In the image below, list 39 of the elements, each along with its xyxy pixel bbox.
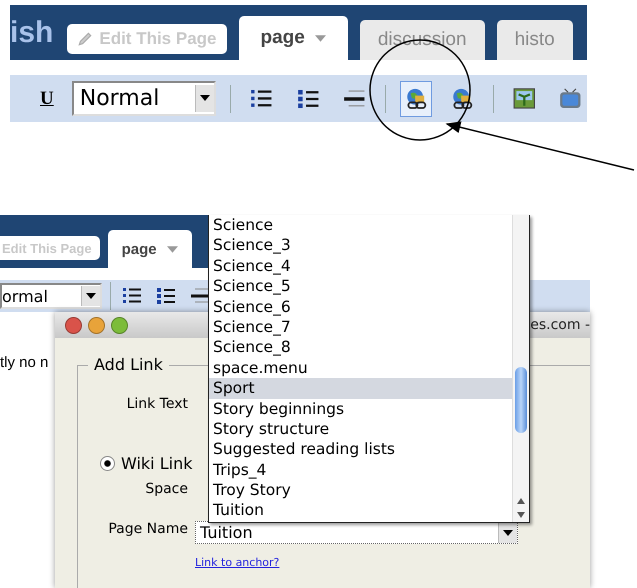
underline-button[interactable]: U — [36, 88, 58, 110]
tab[interactable]: page — [108, 230, 192, 268]
link-icon[interactable] — [400, 80, 432, 116]
list-option[interactable]: Science_7 — [209, 316, 512, 338]
list-option[interactable]: Science_5 — [209, 276, 512, 297]
list-option[interactable]: Trips_4 — [209, 460, 512, 480]
window-control-icon[interactable] — [111, 316, 128, 334]
format-select[interactable]: Normal — [72, 81, 216, 116]
scrollbar[interactable] — [512, 215, 529, 522]
list-option[interactable]: space.menu — [209, 358, 512, 378]
page-text: tly no n — [0, 354, 48, 371]
anchor-link[interactable]: Link to anchor? — [195, 556, 280, 569]
window-control-icon[interactable] — [65, 316, 82, 334]
field-label: Page Name — [107, 521, 188, 539]
list-option[interactable]: Troy Story — [209, 480, 512, 500]
site-title: ish — [10, 16, 54, 50]
radio-button[interactable] — [100, 456, 115, 471]
scroll-down-arrow-icon[interactable] — [516, 511, 526, 519]
list-option[interactable]: Science_6 — [209, 296, 512, 317]
page-name-select[interactable]: Tuition — [195, 521, 518, 544]
field-label: Space — [144, 481, 188, 499]
list-option[interactable]: Science — [209, 215, 512, 236]
pencil-icon — [77, 31, 94, 47]
radio-label: Wiki Link — [121, 454, 192, 473]
list-option[interactable]: Science_4 — [209, 256, 512, 276]
format-select[interactable]: ormal — [0, 283, 102, 309]
list-option[interactable]: Science_8 — [209, 337, 512, 358]
list-option[interactable]: Science_3 — [209, 235, 512, 256]
list-option[interactable]: Tuition — [209, 500, 512, 521]
scrollbar-thumb[interactable] — [515, 367, 527, 433]
list-option[interactable]: Suggested reading lists — [209, 439, 512, 460]
list-option[interactable]: Story structure — [209, 418, 512, 440]
scroll-up-arrow-icon[interactable] — [516, 497, 526, 505]
window-control-icon[interactable] — [88, 316, 105, 334]
field-label: Link Text — [126, 396, 188, 414]
list-option[interactable]: Story beginnings — [209, 398, 512, 419]
list-option[interactable]: Sport — [209, 378, 512, 399]
dialog-title: es.com - — [530, 317, 590, 333]
tab[interactable]: page — [238, 16, 348, 60]
